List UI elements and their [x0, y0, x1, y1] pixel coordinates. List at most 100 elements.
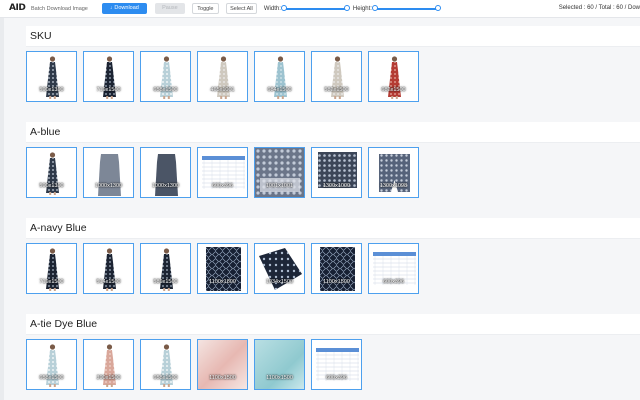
product-image — [255, 52, 304, 101]
left-edge-strip — [0, 0, 4, 400]
image-dimensions: 514x1500 — [96, 279, 121, 285]
image-thumbnail[interactable]: 1001x1001 — [254, 147, 305, 198]
image-thumbnail[interactable]: 1000x1300 — [83, 147, 134, 198]
product-image — [27, 244, 76, 293]
app-logo: AID — [9, 3, 26, 13]
image-dimensions: 1100x1500 — [266, 375, 293, 381]
product-image — [369, 244, 418, 293]
image-thumbnail[interactable]: 1300x1098 — [368, 147, 419, 198]
product-image — [84, 244, 133, 293]
image-dimensions: 1100x1500 — [323, 279, 350, 285]
image-dimensions: 1100x1500 — [209, 375, 236, 381]
height-slider-min-handle[interactable] — [371, 4, 378, 11]
select-all-button[interactable]: Select All — [225, 3, 257, 14]
product-image — [312, 148, 361, 197]
product-image — [84, 52, 133, 101]
image-dimensions: 1000x1300 — [94, 183, 123, 189]
group-title: SKU — [26, 26, 640, 47]
image-thumbnail[interactable]: 684x1500 — [254, 51, 305, 102]
image-thumbnail[interactable]: 1100x1800 — [197, 243, 248, 294]
product-image — [255, 244, 304, 293]
image-dimensions: 1300x1098 — [379, 183, 408, 189]
width-slider[interactable] — [280, 4, 350, 11]
image-dimensions: 600x396 — [382, 279, 405, 285]
image-dimensions: 465x1001 — [210, 87, 235, 93]
image-dimensions: 600x396 — [325, 375, 348, 381]
image-thumbnail[interactable]: 1100x1500 — [197, 339, 248, 390]
image-dimensions: 1000x1300 — [151, 183, 180, 189]
image-dimensions: 719x1500 — [96, 87, 121, 93]
image-thumbnail[interactable]: 719x1500 — [83, 51, 134, 102]
group-title: A-navy Blue — [26, 218, 640, 239]
product-image — [27, 148, 76, 197]
image-dimensions: 682x1500 — [381, 87, 406, 93]
image-thumbnail[interactable]: 1034x1500 — [254, 243, 305, 294]
image-thumbnail[interactable]: 514x1500 — [83, 243, 134, 294]
product-image — [255, 340, 304, 389]
width-label: Width: — [263, 5, 281, 12]
product-image — [27, 52, 76, 101]
product-image — [84, 340, 133, 389]
image-dimensions: 684x1500 — [267, 87, 292, 93]
image-thumbnail[interactable]: 658x1500 — [26, 339, 77, 390]
image-group: A-navy Blue 719x1500 514x1500 589x1500 1100x… — [26, 218, 640, 294]
product-image — [141, 148, 190, 197]
product-image — [312, 52, 361, 101]
image-dimensions: 658x1500 — [153, 87, 178, 93]
image-dimensions: 390x1500 — [96, 375, 121, 381]
image-thumbnail[interactable]: 590x1390 — [26, 51, 77, 102]
image-thumbnail[interactable]: 600x396 — [197, 147, 248, 198]
download-stats: Selected : 60 / Total : 60 / Dow — [558, 5, 640, 11]
download-button[interactable]: ↓ Download — [101, 3, 147, 14]
image-thumbnail[interactable]: 590x1390 — [26, 147, 77, 198]
image-thumbnail[interactable]: 682x1500 — [368, 51, 419, 102]
toggle-button[interactable]: Toggle — [191, 3, 219, 14]
product-image — [369, 148, 418, 197]
image-dimensions: 1300x1000 — [322, 183, 351, 189]
image-dimensions: 600x396 — [211, 183, 234, 189]
image-dimensions: 1100x1800 — [209, 279, 236, 285]
height-filter: Height: — [353, 4, 441, 12]
image-thumbnail[interactable]: 1000x1300 — [140, 147, 191, 198]
image-thumbnail[interactable]: 390x1500 — [83, 339, 134, 390]
product-image — [27, 340, 76, 389]
product-image — [312, 244, 361, 293]
image-group: SKU 590x1390 719x1500 658x1500 465x1001 684x1… — [26, 26, 640, 102]
image-thumbnail[interactable]: 600x396 — [368, 243, 419, 294]
image-dimensions: 582x1500 — [324, 87, 349, 93]
height-slider[interactable] — [371, 4, 441, 11]
thumbnail-row: 658x1500 390x1500 658x1500 1100x1500 1100x15… — [26, 339, 640, 390]
group-title: A-tie Dye Blue — [26, 314, 640, 335]
product-image — [84, 148, 133, 197]
pause-button[interactable]: Pause — [154, 3, 185, 14]
product-image — [198, 244, 247, 293]
toolbar: AID Batch Download Image ↓ Download Pause… — [0, 0, 640, 18]
image-dimensions: 658x1500 — [39, 375, 64, 381]
image-dimensions: 658x1500 — [153, 375, 178, 381]
download-icon: ↓ — [109, 5, 113, 11]
image-dimensions: 719x1500 — [39, 279, 64, 285]
image-dimensions: 1001x1001 — [265, 183, 294, 189]
product-image — [369, 52, 418, 101]
image-dimensions: 590x1390 — [39, 87, 64, 93]
image-thumbnail[interactable]: 465x1001 — [197, 51, 248, 102]
image-thumbnail[interactable]: 589x1500 — [140, 243, 191, 294]
product-image — [141, 244, 190, 293]
image-thumbnail[interactable]: 658x1500 — [140, 51, 191, 102]
width-slider-max-handle[interactable] — [343, 4, 350, 11]
image-thumbnail[interactable]: 1300x1000 — [311, 147, 362, 198]
image-thumbnail[interactable]: 719x1500 — [26, 243, 77, 294]
thumbnail-row: 719x1500 514x1500 589x1500 1100x1800 1034x15… — [26, 243, 640, 294]
image-thumbnail[interactable]: 582x1500 — [311, 51, 362, 102]
image-thumbnail[interactable]: 1100x1500 — [254, 339, 305, 390]
product-image — [198, 340, 247, 389]
image-thumbnail[interactable]: 1100x1500 — [311, 243, 362, 294]
product-image — [198, 148, 247, 197]
image-thumbnail[interactable]: 600x396 — [311, 339, 362, 390]
download-label: Download — [114, 5, 139, 11]
image-thumbnail[interactable]: 658x1500 — [140, 339, 191, 390]
height-slider-max-handle[interactable] — [434, 4, 441, 11]
product-image — [141, 52, 190, 101]
width-slider-min-handle[interactable] — [280, 4, 287, 11]
app-title: Batch Download Image — [31, 5, 88, 12]
